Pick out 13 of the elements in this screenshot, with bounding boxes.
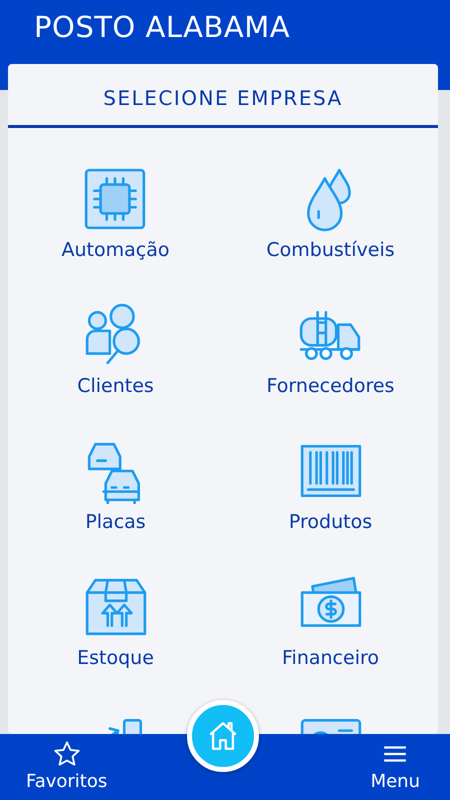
menu-item[interactable]: Combustíveis	[266, 166, 395, 264]
menu-item[interactable]: Produtos	[288, 438, 372, 536]
app-title: POSTO ALABAMA	[34, 10, 290, 44]
menu-item[interactable]: Placas	[82, 438, 148, 536]
menu-item[interactable]: Estoque	[77, 574, 154, 672]
star-icon	[52, 740, 81, 768]
menu-tab[interactable]: Menu	[370, 734, 420, 800]
panel-title: SELECIONE EMPRESA	[8, 64, 438, 128]
menu-item[interactable]: Financeiro	[282, 574, 379, 672]
menu-item[interactable]: Clientes	[77, 302, 154, 400]
menu-item[interactable]: Automação	[62, 166, 170, 264]
favorites-tab[interactable]: Favoritos	[26, 734, 108, 800]
menu-item[interactable]: Fornecedores	[266, 302, 394, 400]
